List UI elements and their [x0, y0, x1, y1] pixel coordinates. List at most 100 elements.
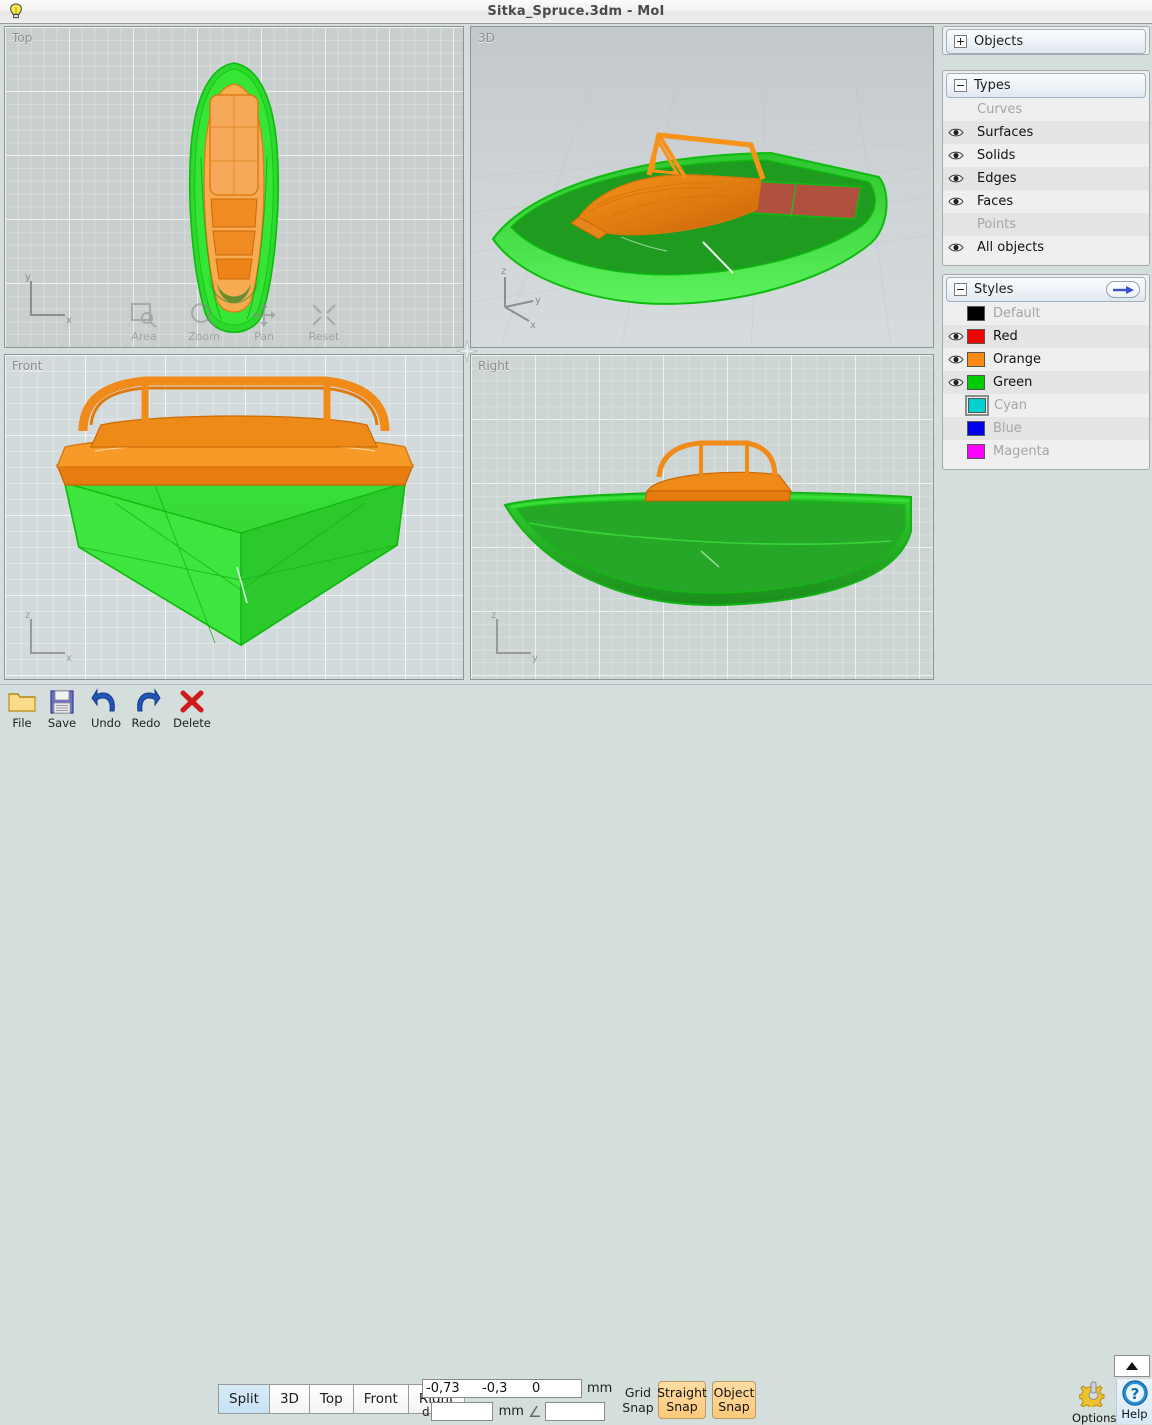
nav-widget-zoom-label: Zoom [188, 330, 220, 343]
types-item-faces[interactable]: Faces [943, 190, 1149, 213]
color-swatch[interactable] [967, 421, 985, 436]
bottom-toolbar: File Save Undo Redo Delete Split 3D Top … [0, 684, 1152, 1425]
expander-types-icon[interactable] [954, 79, 967, 92]
gear-icon [1078, 1381, 1105, 1410]
eye-icon[interactable] [943, 127, 969, 138]
viewport-top-canvas[interactable]: y x Area Zoom Pan Reset [5, 27, 463, 347]
eye-icon[interactable] [943, 242, 969, 253]
view-button-3d[interactable]: 3D [268, 1384, 309, 1414]
straight-snap-button[interactable]: Straight Snap [657, 1381, 707, 1419]
nav-widget-reset[interactable]: Reset [301, 301, 347, 343]
nav-widget-zoom[interactable]: Zoom [181, 301, 227, 343]
eye-icon[interactable] [943, 196, 969, 207]
viewport-top-label: Top [12, 31, 33, 45]
svg-text:?: ? [1130, 1385, 1139, 1403]
view-button-front[interactable]: Front [352, 1384, 408, 1414]
styles-item-orange[interactable]: Orange [943, 348, 1149, 371]
styles-item-green[interactable]: Green [943, 371, 1149, 394]
styles-item-red[interactable]: Red [943, 325, 1149, 348]
color-swatch[interactable] [967, 444, 985, 459]
help-button[interactable]: ? Help [1116, 1379, 1152, 1424]
grid-snap-button[interactable]: Grid Snap [618, 1385, 658, 1415]
types-item-curves[interactable]: Curves [943, 98, 1149, 121]
viewport-3d-canvas[interactable]: z y x [471, 27, 933, 347]
types-item-edges[interactable]: Edges [943, 167, 1149, 190]
eye-icon[interactable] [943, 150, 969, 161]
color-swatch[interactable] [967, 375, 985, 390]
save-button-label: Save [47, 716, 77, 730]
redo-button[interactable]: Redo [124, 687, 168, 730]
color-swatch-selected[interactable] [965, 395, 989, 416]
section-label-objects: Objects [974, 34, 1024, 49]
color-swatch[interactable] [967, 329, 985, 344]
styles-item-label: Cyan [994, 398, 1027, 413]
redo-arrow-icon [137, 688, 161, 712]
angle-input[interactable] [545, 1402, 606, 1421]
color-swatch[interactable] [967, 306, 985, 321]
types-item-all-objects[interactable]: All objects [943, 236, 1149, 259]
axis-gizmo-3d: z y x [485, 263, 555, 333]
expander-styles-icon[interactable] [954, 283, 967, 296]
viewport-grid: y x Area Zoom Pan Reset Top z y x 3D z x… [0, 24, 938, 684]
object-snap-label-1: Object [713, 1385, 755, 1401]
styles-list: Default Red Orange Green Cyan Blue Magen… [943, 302, 1149, 463]
viewport-front-canvas[interactable]: z x [5, 355, 463, 679]
view-button-top[interactable]: Top [308, 1384, 353, 1414]
styles-item-cyan[interactable]: Cyan [943, 394, 1149, 417]
viewport-splitter-handle[interactable] [455, 339, 479, 363]
collapse-panel-button[interactable] [1114, 1355, 1150, 1377]
nav-widget-pan[interactable]: Pan [241, 301, 287, 343]
viewport-right-canvas[interactable]: z y [471, 355, 933, 679]
object-snap-button[interactable]: Object Snap [712, 1381, 756, 1419]
file-button[interactable]: File [0, 687, 44, 730]
types-item-label: Points [977, 217, 1017, 232]
section-header-types[interactable]: Types [946, 73, 1146, 98]
options-button[interactable]: Options [1072, 1379, 1116, 1425]
help-button-label: Help [1121, 1407, 1148, 1421]
expander-objects-icon[interactable] [954, 35, 967, 48]
save-button[interactable]: Save [40, 687, 84, 730]
types-item-label: Edges [977, 171, 1017, 186]
coord-unit-label: mm [587, 1381, 613, 1396]
options-button-label: Options [1072, 1411, 1117, 1425]
nav-widget-reset-label: Reset [308, 330, 340, 343]
styles-item-magenta[interactable]: Magenta [943, 440, 1149, 463]
viewport-nav-widgets[interactable]: Area Zoom Pan Reset [121, 301, 347, 343]
nav-widget-area-label: Area [131, 330, 157, 343]
types-item-points[interactable]: Points [943, 213, 1149, 236]
arrow-right-icon[interactable] [1106, 281, 1140, 298]
undo-button[interactable]: Undo [84, 687, 128, 730]
viewport-3d[interactable]: z y x 3D [470, 26, 934, 348]
styles-item-label: Magenta [993, 444, 1050, 459]
styles-item-blue[interactable]: Blue [943, 417, 1149, 440]
styles-item-label: Default [993, 306, 1041, 321]
distance-input[interactable] [430, 1402, 493, 1421]
viewport-front[interactable]: z x Front [4, 354, 464, 680]
viewport-top[interactable]: y x Area Zoom Pan Reset Top [4, 26, 464, 348]
types-item-label: Curves [977, 102, 1023, 117]
nav-widget-area[interactable]: Area [121, 301, 167, 343]
types-item-surfaces[interactable]: Surfaces [943, 121, 1149, 144]
delete-button[interactable]: Delete [170, 687, 214, 730]
grid-snap-label-2: Snap [622, 1400, 654, 1415]
types-item-solids[interactable]: Solids [943, 144, 1149, 167]
view-button-split[interactable]: Split [218, 1384, 269, 1414]
styles-item-label: Orange [993, 352, 1042, 367]
coord-y-value: -0,3 [482, 1381, 508, 1396]
styles-item-label: Blue [993, 421, 1022, 436]
eye-icon[interactable] [943, 377, 969, 388]
eye-icon[interactable] [943, 331, 969, 342]
panel-types: Types Curves Surfaces Solids Edges Faces… [942, 70, 1150, 266]
viewport-right[interactable]: z y Right [470, 354, 934, 680]
section-header-objects[interactable]: Objects [946, 29, 1146, 54]
eye-icon[interactable] [943, 354, 969, 365]
xyz-coordinate-field[interactable]: -0,73 -0,3 0 [422, 1379, 582, 1398]
redo-button-label: Redo [131, 716, 161, 730]
styles-item-default[interactable]: Default [943, 302, 1149, 325]
color-swatch[interactable] [967, 352, 985, 367]
eye-icon[interactable] [943, 173, 969, 184]
section-header-styles[interactable]: Styles [946, 277, 1146, 302]
svg-text:y: y [532, 653, 538, 664]
styles-item-label: Green [993, 375, 1033, 390]
panel-styles: Styles Default Red Orange Green Cyan Blu… [942, 274, 1150, 470]
